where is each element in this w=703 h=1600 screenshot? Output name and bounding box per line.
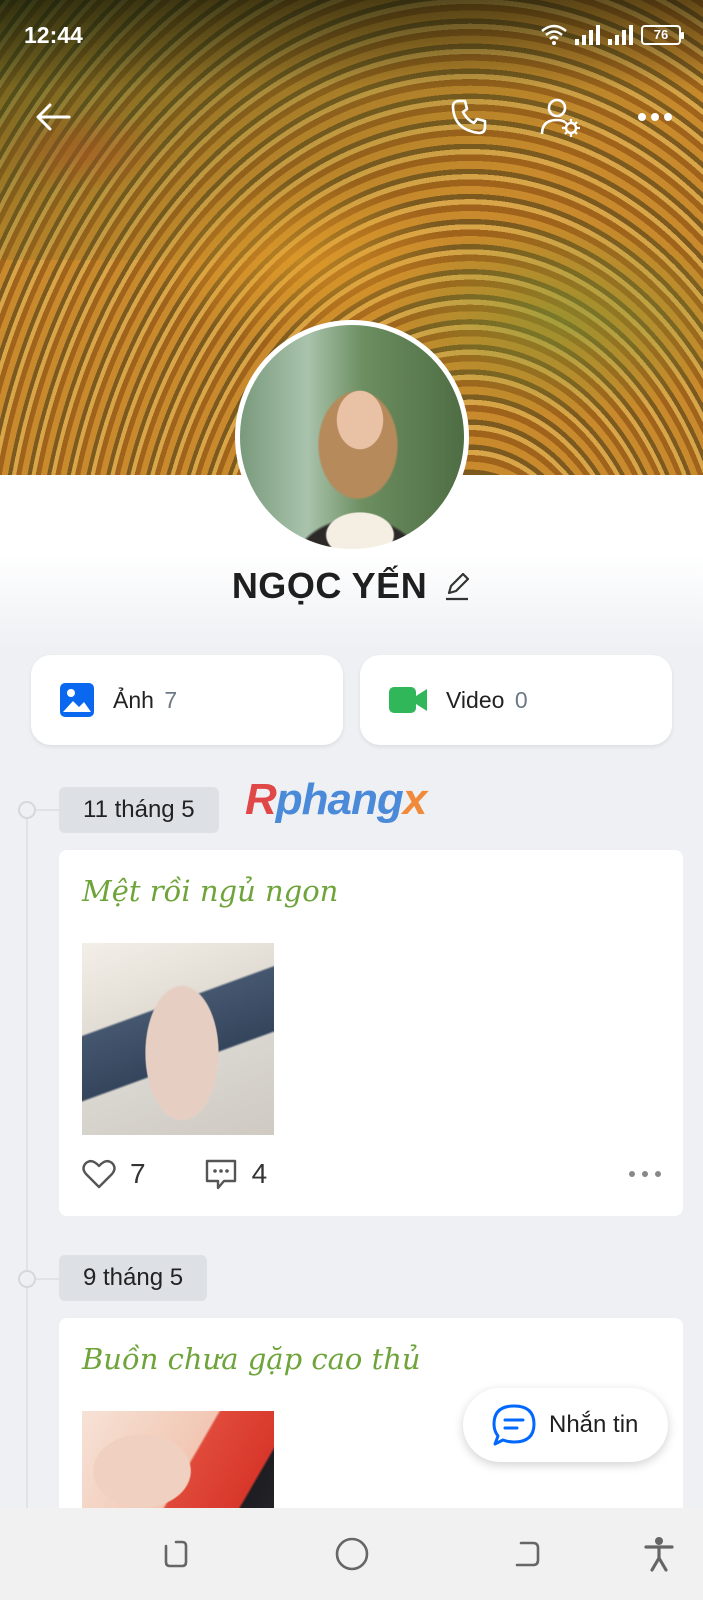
timeline-tick <box>36 809 60 811</box>
status-indicators: 76 <box>541 24 684 46</box>
post-text: Buồn chưa gặp cao thủ <box>82 1342 421 1376</box>
timeline-line <box>26 810 28 1510</box>
like-button[interactable]: 7 <box>82 1158 146 1190</box>
message-button[interactable]: Nhắn tin <box>463 1388 668 1462</box>
videos-count: 0 <box>514 686 528 713</box>
image-icon <box>60 683 94 717</box>
signal-icon <box>575 25 600 45</box>
watermark-logo: Rphangx <box>245 775 427 824</box>
photos-label: Ảnh <box>113 686 154 713</box>
timeline-dot <box>18 801 36 819</box>
post-actions: 7 4 <box>82 1154 662 1194</box>
accessibility-button[interactable] <box>637 1532 681 1576</box>
date-label: 11 tháng 5 <box>59 787 219 833</box>
battery-icon: 76 <box>641 25 684 45</box>
more-icon <box>629 1171 661 1177</box>
message-button-label: Nhắn tin <box>549 1411 639 1438</box>
accessibility-icon <box>644 1537 674 1572</box>
more-icon <box>638 113 672 121</box>
user-settings-icon <box>540 98 580 137</box>
avatar[interactable] <box>235 320 469 554</box>
post-more-button[interactable] <box>628 1165 662 1183</box>
photos-count: 7 <box>164 686 178 713</box>
timeline-dot <box>18 1270 36 1288</box>
recent-apps-icon <box>164 1540 188 1568</box>
status-time: 12:44 <box>24 22 83 48</box>
videos-card[interactable]: Video 0 <box>360 655 672 745</box>
post-text: Mệt rồi ngủ ngon <box>82 874 339 908</box>
wifi-icon <box>541 24 567 45</box>
back-system-icon <box>515 1541 540 1567</box>
post-photo[interactable] <box>82 943 274 1135</box>
back-system-button[interactable] <box>505 1532 549 1576</box>
post-card[interactable]: Mệt rồi ngủ ngon 7 4 <box>59 850 683 1216</box>
phone-icon <box>451 99 487 135</box>
video-camera-icon <box>389 687 427 713</box>
home-circle-icon <box>335 1537 369 1571</box>
profile-settings-button[interactable] <box>539 95 583 139</box>
back-arrow-icon <box>36 103 71 131</box>
comment-button[interactable]: 4 <box>204 1158 268 1190</box>
status-bar: 12:44 76 <box>0 0 703 70</box>
heart-icon <box>82 1159 116 1189</box>
call-button[interactable] <box>447 95 491 139</box>
timeline-tick <box>36 1278 60 1280</box>
signal-icon-2 <box>608 25 633 45</box>
chat-bubble-icon <box>492 1404 536 1446</box>
system-navigation-bar <box>0 1508 703 1600</box>
home-button[interactable] <box>330 1532 374 1576</box>
recent-apps-button[interactable] <box>154 1532 198 1576</box>
comment-icon <box>205 1159 236 1190</box>
videos-label: Video <box>446 686 505 713</box>
like-count: 7 <box>130 1158 146 1189</box>
date-label: 9 tháng 5 <box>59 1255 208 1301</box>
name-row: NGỌC YẾN <box>0 565 703 607</box>
edit-pencil-icon[interactable] <box>443 571 471 601</box>
profile-name: NGỌC YẾN <box>231 565 428 606</box>
comment-count: 4 <box>251 1158 268 1189</box>
photos-card[interactable]: Ảnh 7 <box>31 655 343 745</box>
back-button[interactable] <box>31 95 75 139</box>
more-options-button[interactable] <box>633 95 677 139</box>
